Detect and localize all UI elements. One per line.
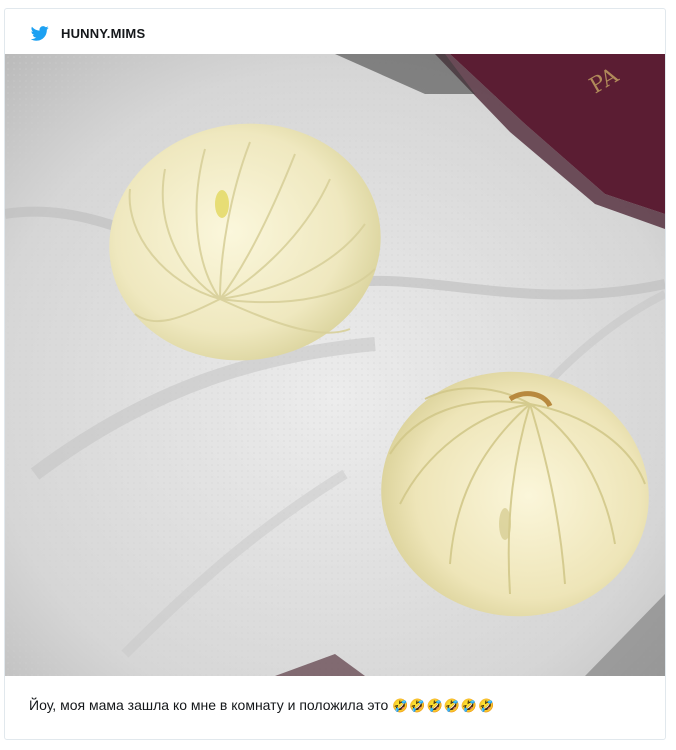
username[interactable]: HUNNY.MIMS <box>61 26 145 41</box>
onion-photo-illustration: PA <box>5 54 665 676</box>
tweet-caption: Йоу, моя мама зашла ко мне в комнату и п… <box>29 697 649 714</box>
caption-text: Йоу, моя мама зашла ко мне в комнату и п… <box>29 697 389 713</box>
tweet-card: HUNNY.MIMS PA Йоу, моя мама зашла ко мне… <box>4 8 666 740</box>
laughing-emoji-icons: 🤣🤣🤣🤣🤣🤣 <box>392 699 496 714</box>
tweet-header: HUNNY.MIMS <box>5 9 665 57</box>
tweet-photo[interactable]: PA <box>5 54 665 676</box>
twitter-bird-icon[interactable] <box>30 25 49 41</box>
